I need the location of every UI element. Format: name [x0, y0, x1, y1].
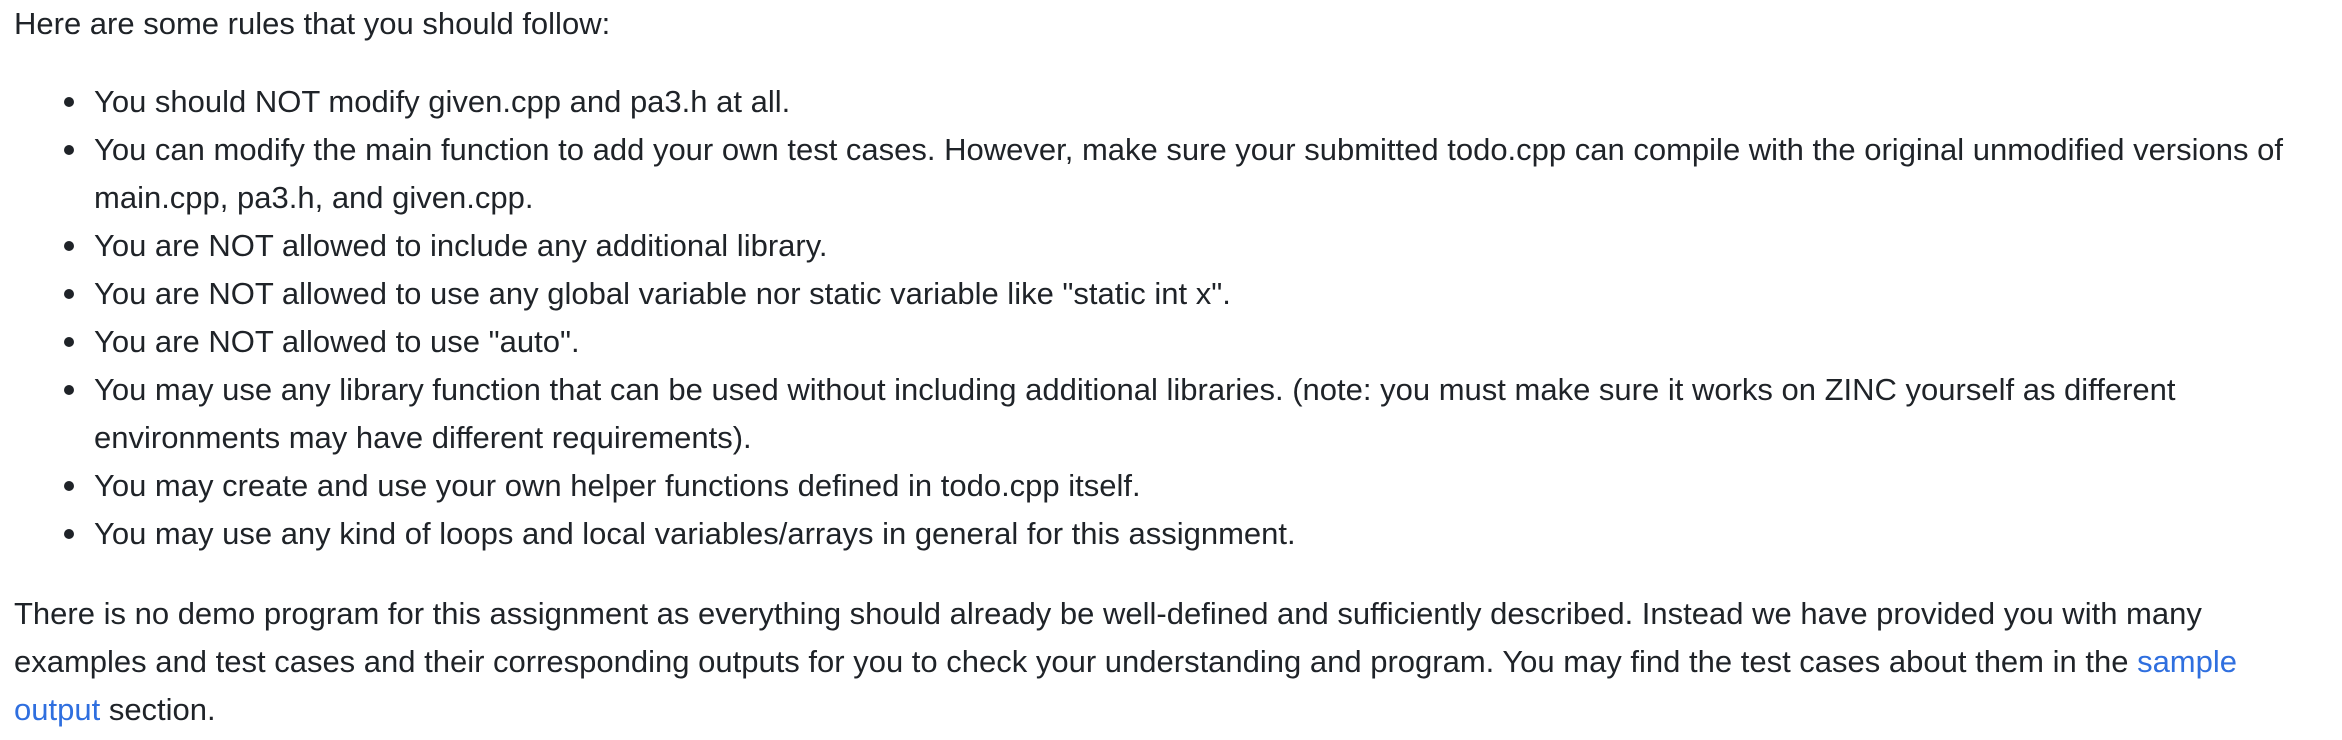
outro-text: There is no demo program for this assign… [14, 596, 2202, 679]
bullet-icon [64, 97, 74, 107]
list-item: You are NOT allowed to use any global va… [64, 270, 2328, 318]
rules-list: You should NOT modify given.cpp and pa3.… [14, 78, 2328, 558]
outro-paragraph: There is no demo program for this assign… [14, 590, 2328, 734]
rule-text: You should NOT modify given.cpp and pa3.… [94, 84, 791, 119]
rule-text: You can modify the main function to add … [94, 132, 2283, 215]
bullet-icon [64, 241, 74, 251]
rule-text: You may use any library function that ca… [94, 372, 2176, 455]
list-item: You may use any library function that ca… [64, 366, 2328, 462]
bullet-icon [64, 481, 74, 491]
list-item: You should NOT modify given.cpp and pa3.… [64, 78, 2328, 126]
rule-text: You are NOT allowed to use "auto". [94, 324, 580, 359]
bullet-icon [64, 145, 74, 155]
list-item: You may create and use your own helper f… [64, 462, 2328, 510]
bullet-icon [64, 529, 74, 539]
list-item: You can modify the main function to add … [64, 126, 2328, 222]
intro-paragraph: Here are some rules that you should foll… [14, 6, 611, 41]
list-item: You are NOT allowed to use "auto". [64, 318, 2328, 366]
bullet-icon [64, 289, 74, 299]
rule-text: You are NOT allowed to use any global va… [94, 276, 1231, 311]
rule-text: You may create and use your own helper f… [94, 468, 1141, 503]
list-item: You may use any kind of loops and local … [64, 510, 2328, 558]
bullet-icon [64, 337, 74, 347]
rule-text: You are NOT allowed to include any addit… [94, 228, 828, 263]
outro-suffix: section. [100, 692, 216, 727]
document-content: Here are some rules that you should foll… [0, 0, 2342, 734]
rule-text: You may use any kind of loops and local … [94, 516, 1296, 551]
bullet-icon [64, 385, 74, 395]
list-item: You are NOT allowed to include any addit… [64, 222, 2328, 270]
